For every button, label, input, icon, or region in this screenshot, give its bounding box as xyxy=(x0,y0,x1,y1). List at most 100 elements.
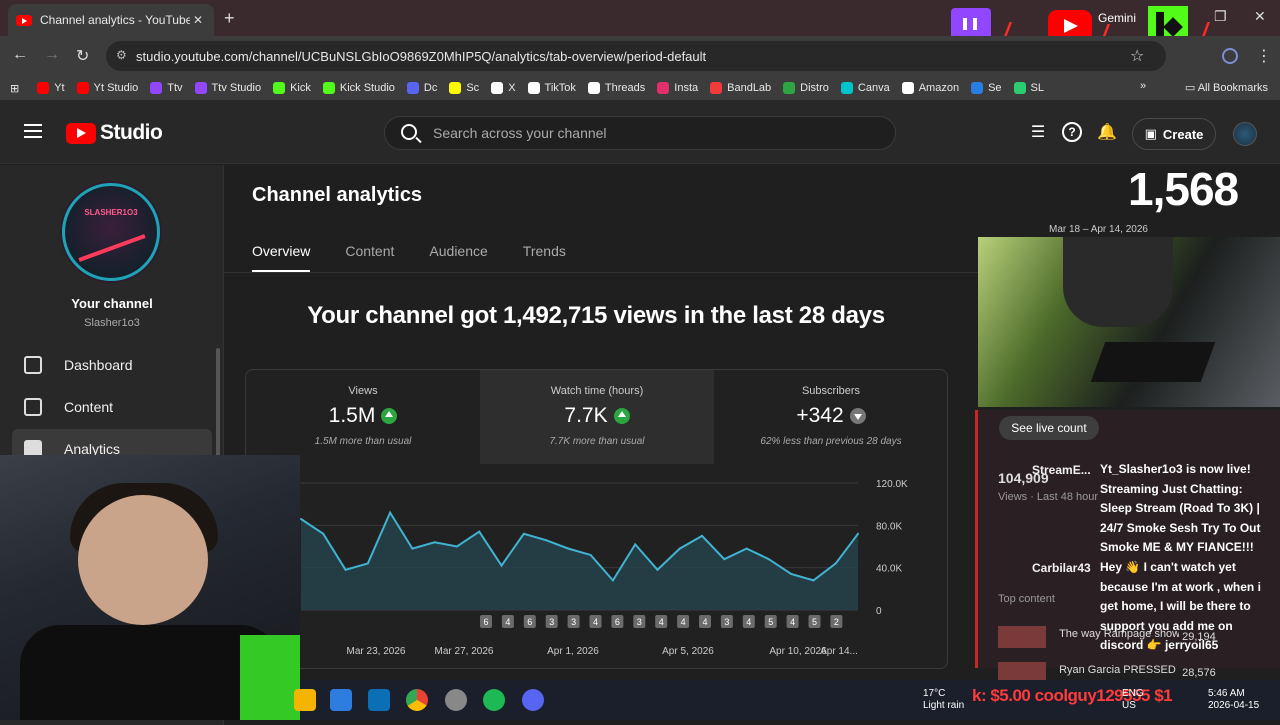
top-content-label: Top content xyxy=(998,593,1055,605)
forward-icon[interactable]: → xyxy=(44,46,60,64)
chat-message: Yt_Slasher1o3 is now live! Streaming Jus… xyxy=(1100,462,1261,554)
menu-icon[interactable]: ⋮ xyxy=(1256,46,1272,66)
app-icon[interactable] xyxy=(368,689,390,711)
bookmark-item[interactable]: BandLab xyxy=(710,82,771,94)
search-input[interactable]: Search across your channel xyxy=(384,116,896,150)
studio-logo[interactable]: Studio xyxy=(66,121,163,145)
tab-close-icon[interactable]: ✕ xyxy=(190,13,206,27)
bookmark-item[interactable]: Yt Studio xyxy=(76,82,138,94)
bookmark-favicon-icon xyxy=(150,82,163,94)
search-placeholder: Search across your channel xyxy=(433,125,607,141)
weather-widget[interactable]: 17°C Light rain xyxy=(923,688,964,712)
tab-trends[interactable]: Trends xyxy=(523,236,566,272)
metric-label: Views xyxy=(348,385,378,397)
gemini-button[interactable]: Gemini xyxy=(1098,11,1136,25)
bookmark-item[interactable]: Insta xyxy=(657,82,698,94)
bookmark-favicon-icon xyxy=(194,82,207,94)
help-icon[interactable]: ? xyxy=(1062,122,1082,142)
youtube-favicon-icon xyxy=(16,14,32,26)
notifications-bell-icon[interactable]: 🔔 xyxy=(1097,122,1117,142)
bookmark-label: Kick xyxy=(290,82,311,94)
bookmark-label: BandLab xyxy=(727,82,772,94)
youtube-play-icon xyxy=(66,122,96,144)
sidebar-item-dashboard[interactable]: Dashboard xyxy=(12,345,212,385)
chat-username: Carbilar43 xyxy=(1032,561,1091,575)
url-field[interactable]: ⚙ studio.youtube.com/channel/UCBuNSLGbIo… xyxy=(106,41,1166,71)
bookmark-item[interactable]: Threads xyxy=(587,82,646,94)
bookmark-label: Threads xyxy=(604,82,646,94)
video-marker-label: 6 xyxy=(615,617,620,627)
bookmark-item[interactable]: Ttv xyxy=(150,82,183,94)
chart-data-point xyxy=(812,579,815,582)
realtime-views-label: Views · Last 48 hour xyxy=(998,491,1099,503)
page-title: Channel analytics xyxy=(252,184,423,206)
bookmark-item[interactable]: Se xyxy=(971,82,1002,94)
chart-data-point xyxy=(857,532,859,535)
bookmark-item[interactable]: Canva xyxy=(840,82,890,94)
logo-text: Studio xyxy=(100,121,163,144)
file-explorer-icon[interactable] xyxy=(294,689,316,711)
bookmark-item[interactable]: Kick Studio xyxy=(322,82,395,94)
system-clock[interactable]: 5:46 AM 2026-04-15 xyxy=(1208,688,1259,712)
bookmark-favicon-icon xyxy=(406,82,419,94)
bookmark-favicon-icon xyxy=(783,82,796,94)
chrome-icon[interactable] xyxy=(406,689,428,711)
views-chart[interactable]: 120.0K 80.0K 40.0K 0 6 4 6 3 3 4 6 3 4 4 4 3 4 5 4 5 2 Mar 23… xyxy=(246,465,948,669)
close-window-icon[interactable]: ✕ xyxy=(1254,8,1266,25)
bookmark-star-icon[interactable]: ☆ xyxy=(1130,46,1144,66)
bookmark-item[interactable]: Yt xyxy=(37,82,65,94)
language-indicator[interactable]: ENG US xyxy=(1122,688,1144,712)
spotify-icon[interactable] xyxy=(483,689,505,711)
bookmark-item[interactable]: Ttv Studio xyxy=(194,82,261,94)
bookmark-label: Ttv xyxy=(167,82,183,94)
all-bookmarks-link[interactable]: ▭ All Bookmarks xyxy=(1185,81,1268,94)
content-icon xyxy=(24,398,42,416)
profile-icon[interactable] xyxy=(1222,48,1238,64)
date-range: Mar 18 – Apr 14, 2026 xyxy=(1049,224,1148,235)
see-live-count-button[interactable]: See live count xyxy=(999,416,1099,440)
metrics-card: Views 1.5M 1.5M more than usual Watch ti… xyxy=(245,369,948,669)
apps-icon[interactable]: ⊞ xyxy=(10,82,19,95)
site-info-icon[interactable]: ⚙ xyxy=(116,48,127,62)
restore-window-icon[interactable]: ❐ xyxy=(1214,8,1227,25)
new-tab-icon[interactable]: + xyxy=(224,8,235,29)
browser-tab[interactable]: Channel analytics - YouTube Stu ✕ xyxy=(8,4,214,36)
reload-icon[interactable]: ↻ xyxy=(76,46,89,66)
bookmark-item[interactable]: TikTok xyxy=(527,82,576,94)
hamburger-menu-icon[interactable] xyxy=(24,124,42,138)
bookmark-favicon-icon xyxy=(587,82,600,94)
metric-subscribers[interactable]: Subscribers +342 62% less than previous … xyxy=(714,370,947,464)
bookmarks-bar: ⊞ Yt Yt Studio Ttv Ttv Studio Kick Kick Studi… xyxy=(0,76,1280,100)
store-icon[interactable] xyxy=(330,689,352,711)
tab-audience[interactable]: Audience xyxy=(429,236,487,272)
region-label: US xyxy=(1122,700,1136,711)
bookmark-item[interactable]: Distro xyxy=(783,82,829,94)
more-bookmarks-icon[interactable]: » xyxy=(1140,80,1146,92)
tab-overview[interactable]: Overview xyxy=(252,236,311,272)
metric-watch-time[interactable]: Watch time (hours) 7.7K 7.7K more than u… xyxy=(480,370,714,464)
bookmark-item[interactable]: Dc xyxy=(406,82,437,94)
video-marker-label: 4 xyxy=(702,617,707,627)
obs-icon[interactable] xyxy=(445,689,467,711)
discord-icon[interactable] xyxy=(522,689,544,711)
chart-data-point xyxy=(701,534,704,537)
top-content-row[interactable]: The way Rampage show... 29,194 xyxy=(998,626,1216,648)
top-content-views: 28,576 xyxy=(1182,666,1216,679)
bookmark-item[interactable]: Sc xyxy=(449,82,479,94)
account-avatar[interactable] xyxy=(1233,122,1257,146)
clock-date: 2026-04-15 xyxy=(1208,700,1260,711)
bookmark-item[interactable]: SL xyxy=(1013,82,1044,94)
metric-views[interactable]: Views 1.5M 1.5M more than usual xyxy=(246,370,480,464)
bookmark-item[interactable]: Amazon xyxy=(901,82,959,94)
channel-avatar[interactable]: SLASHER1O3 xyxy=(62,183,160,281)
feedback-icon[interactable]: ☰ xyxy=(1028,122,1048,142)
webcam-keyboard xyxy=(1090,342,1216,382)
bookmark-item[interactable]: Kick xyxy=(273,82,311,94)
create-button[interactable]: ▣ Create xyxy=(1132,118,1216,150)
sidebar-item-content[interactable]: Content xyxy=(12,387,212,427)
back-icon[interactable]: ← xyxy=(12,46,28,64)
chart-data-point xyxy=(500,564,503,567)
tab-content[interactable]: Content xyxy=(345,236,394,272)
bookmark-item[interactable]: X xyxy=(491,82,516,94)
chart-data-point xyxy=(433,541,436,544)
